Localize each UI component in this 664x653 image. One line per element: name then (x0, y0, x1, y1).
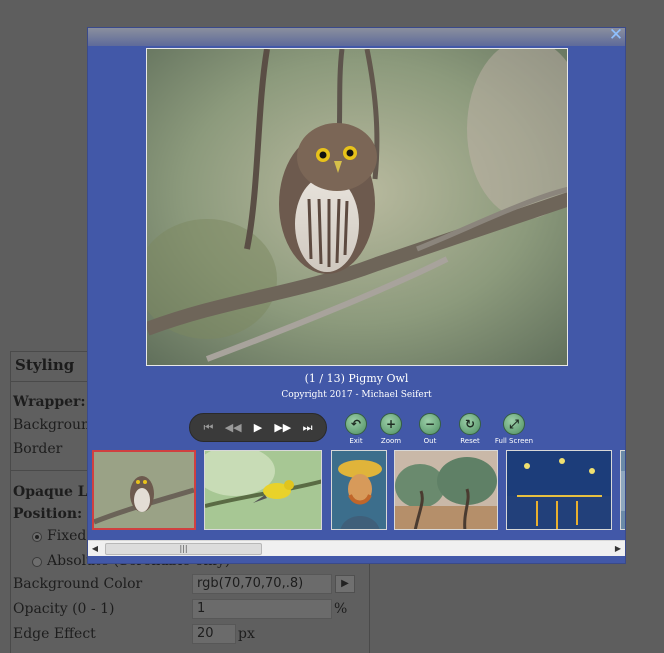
color-picker-button[interactable]: ▶ (335, 575, 355, 593)
main-photo[interactable] (146, 48, 568, 366)
scroll-right-arrow[interactable]: ▶ (611, 541, 625, 556)
rewind-icon[interactable]: ◀◀ (222, 421, 244, 434)
playback-controls: ⏮ ◀◀ ▶ ▶▶ ⏭ (189, 413, 327, 442)
scroll-left-arrow[interactable]: ◀ (88, 541, 102, 556)
reset-icon: ↻ (459, 413, 481, 435)
edge-effect-label: Edge Effect (13, 626, 96, 642)
full-screen-icon: ⤢ (503, 413, 525, 435)
border-label: Border (13, 441, 63, 457)
zoom-out-icon: − (419, 413, 441, 435)
play-icon[interactable]: ▶ (247, 421, 269, 434)
scrollbar-thumb[interactable]: ||| (105, 543, 262, 555)
pigmy-owl-photo (147, 49, 567, 365)
full-screen-label: Full Screen (494, 437, 534, 445)
edge-effect-input[interactable]: 20 (192, 624, 236, 644)
opacity-unit: % (334, 601, 348, 617)
zoom-out-button[interactable]: − Out (408, 413, 452, 445)
thumbnail-strip (92, 450, 625, 530)
edge-effect-unit: px (238, 626, 255, 642)
zoom-in-icon: + (380, 413, 402, 435)
zoom-out-label: Out (423, 437, 437, 445)
background-color-label: Background Color (13, 576, 143, 592)
background-color-input[interactable]: rgb(70,70,70,.8) (192, 574, 332, 594)
photo-caption: (1 / 13) Pigmy Owl (304, 372, 409, 385)
absolute-radio[interactable] (32, 557, 42, 567)
exit-icon: ↶ (345, 413, 367, 435)
thumbnail-yellow-warbler[interactable] (204, 450, 322, 530)
wrapper-heading: Wrapper: (13, 394, 86, 410)
close-icon[interactable]: ✕ (607, 26, 625, 44)
thumbnail-scrollbar[interactable]: ◀ ||| ▶ (88, 540, 625, 556)
full-screen-button[interactable]: ⤢ Full Screen (492, 413, 536, 445)
opacity-label: Opacity (0 - 1) (13, 601, 115, 617)
fast-forward-icon[interactable]: ▶▶ (272, 421, 294, 434)
thumbnail-starry-night-over-rhone[interactable] (506, 450, 612, 530)
reset-label: Reset (460, 437, 480, 445)
last-icon[interactable]: ⏭ (297, 421, 319, 435)
opacity-input[interactable]: 1 (192, 599, 332, 619)
first-icon[interactable]: ⏮ (197, 421, 219, 435)
thumbnail-van-gogh-self-portrait[interactable] (331, 450, 387, 530)
fixed-radio[interactable] (32, 532, 42, 542)
lightbox: ✕ (1 / 13) Pigmy Owl Copyright 2017 - Mi… (87, 26, 626, 564)
zoom-label: Zoom (380, 437, 402, 445)
position-label: Position: (13, 506, 83, 522)
reset-button[interactable]: ↻ Reset (448, 413, 492, 445)
thumbnail-olive-trees[interactable] (394, 450, 498, 530)
lightbox-title-bar (88, 28, 625, 46)
zoom-button[interactable]: + Zoom (369, 413, 413, 445)
thumbnail-pigmy-owl[interactable] (92, 450, 196, 530)
thumbnail-next-partial[interactable] (620, 450, 625, 530)
photo-credit: Copyright 2017 - Michael Seifert (281, 390, 432, 400)
